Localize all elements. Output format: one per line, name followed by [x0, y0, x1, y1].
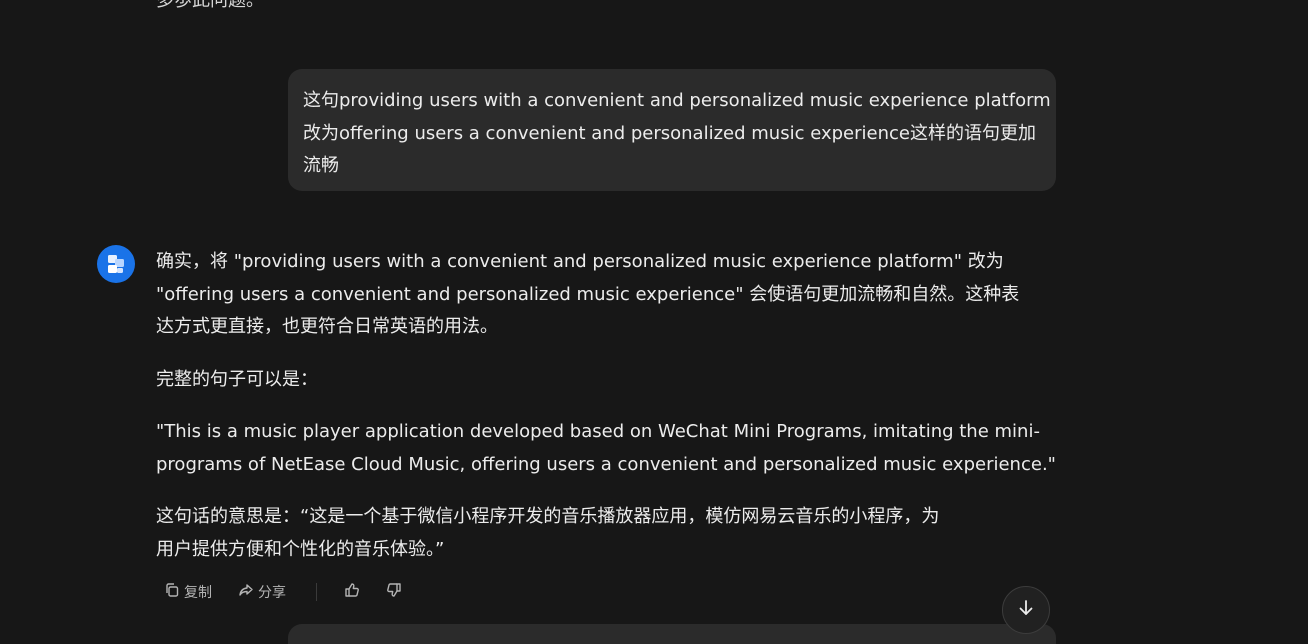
user-message-line: 流畅 [303, 155, 339, 176]
copy-icon [164, 582, 180, 602]
reply-line: programs of NetEase Cloud Music, offerin… [156, 454, 1056, 475]
reply-line: 达方式更直接，也更符合日常英语的用法。 [156, 316, 498, 337]
scroll-to-bottom-button[interactable] [1002, 586, 1050, 634]
message-actions: 复制 分享 [160, 578, 460, 606]
actions-divider [316, 583, 317, 601]
copy-button[interactable]: 复制 [164, 578, 212, 606]
reply-line: 确实，将 "providing users with a convenient … [156, 251, 1004, 272]
composer-top-edge[interactable] [288, 624, 1056, 644]
reply-line: "This is a music player application deve… [156, 421, 1040, 442]
user-message-line: 改为offering users a convenient and person… [303, 122, 1036, 144]
share-icon [238, 582, 254, 602]
reply-line: "offering users a convenient and persona… [156, 284, 1020, 305]
reply-line: 用户提供方便和个性化的音乐体验。” [156, 539, 445, 560]
thumbs-up-button[interactable] [344, 578, 360, 606]
reply-line: 完整的句子可以是： [156, 369, 318, 390]
thumbs-down-button[interactable] [386, 578, 402, 606]
copy-label: 复制 [184, 585, 212, 601]
thumbs-down-icon [386, 582, 402, 602]
user-message-bubble: 这句providing users with a convenient and … [288, 69, 1056, 191]
previous-message-fragment: 多歩此问题。 [156, 0, 264, 11]
user-message-line: 这句providing users with a convenient and … [303, 90, 1051, 111]
share-label: 分享 [258, 585, 286, 601]
share-button[interactable]: 分享 [238, 578, 286, 606]
assistant-avatar [96, 244, 136, 284]
reply-line: 这句话的意思是：“这是一个基于微信小程序开发的音乐播放器应用，模仿网易云音乐的小… [156, 506, 940, 527]
arrow-down-icon [1016, 598, 1036, 622]
thumbs-up-icon [344, 582, 360, 602]
